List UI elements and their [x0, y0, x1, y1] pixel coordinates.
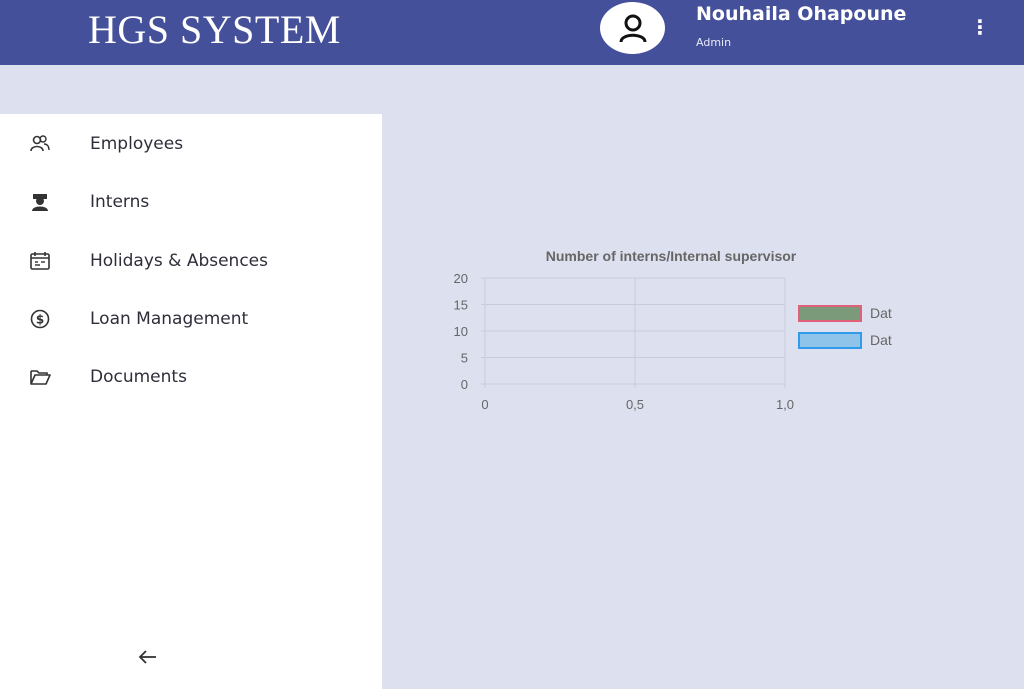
legend-swatch[interactable] [798, 332, 862, 349]
dollar-icon: $ [28, 307, 52, 331]
sidebar: Employees Interns Holidays & Absences $ … [0, 114, 382, 689]
sidebar-item-loan-management[interactable]: $ Loan Management [0, 297, 382, 341]
app-title[interactable]: HGS SYSTEM [88, 6, 341, 53]
y-axis-ticks: 0 5 10 15 20 [454, 271, 468, 392]
y-tick-label: 15 [454, 298, 468, 313]
sidebar-item-label: Interns [90, 192, 150, 212]
calendar-icon [28, 249, 52, 273]
sidebar-item-holidays[interactable]: Holidays & Absences [0, 239, 382, 283]
interns-chart: Number of interns/Internal supervisor 0 5… [430, 236, 930, 436]
y-tick-label: 0 [461, 377, 468, 392]
sidebar-item-label: Documents [90, 367, 187, 387]
chart-canvas: Number of interns/Internal supervisor 0 5… [454, 248, 892, 412]
collapse-sidebar-button[interactable] [126, 642, 170, 672]
legend-swatch[interactable] [798, 305, 862, 322]
chart-title: Number of interns/Internal supervisor [546, 248, 797, 264]
sidebar-item-label: Employees [90, 134, 184, 154]
user-name: Nouhaila Ohapoune [696, 3, 907, 25]
arrow-left-icon [138, 650, 156, 664]
sidebar-item-documents[interactable]: Documents [0, 355, 382, 399]
sidebar-item-employees[interactable]: Employees [0, 122, 382, 166]
graduate-icon [28, 190, 52, 214]
legend-label[interactable]: Dat [870, 305, 892, 321]
x-axis-ticks: 0 0,5 1,0 [481, 397, 794, 412]
x-tick-label: 1,0 [776, 397, 794, 412]
kebab-menu-icon[interactable]: ⋮ [970, 14, 990, 40]
y-tick-label: 10 [454, 324, 468, 339]
sidebar-item-interns[interactable]: Interns [0, 180, 382, 224]
x-tick-label: 0,5 [626, 397, 644, 412]
user-icon [619, 14, 646, 43]
legend-label[interactable]: Dat [870, 332, 892, 348]
folder-open-icon [28, 365, 52, 389]
sidebar-item-label: Holidays & Absences [90, 251, 268, 271]
y-tick-label: 5 [461, 351, 468, 366]
y-tick-label: 20 [454, 271, 468, 286]
user-role: Admin [696, 36, 732, 49]
sidebar-item-label: Loan Management [90, 309, 249, 329]
chart-grid [481, 277, 786, 388]
user-avatar[interactable] [600, 2, 665, 54]
top-bar: HGS SYSTEM Nouhaila Ohapoune Admin ⋮ [0, 0, 1024, 65]
svg-text:$: $ [36, 313, 44, 327]
users-icon [28, 132, 52, 156]
x-tick-label: 0 [481, 397, 488, 412]
chart-legend[interactable]: Dat Dat [798, 305, 892, 349]
